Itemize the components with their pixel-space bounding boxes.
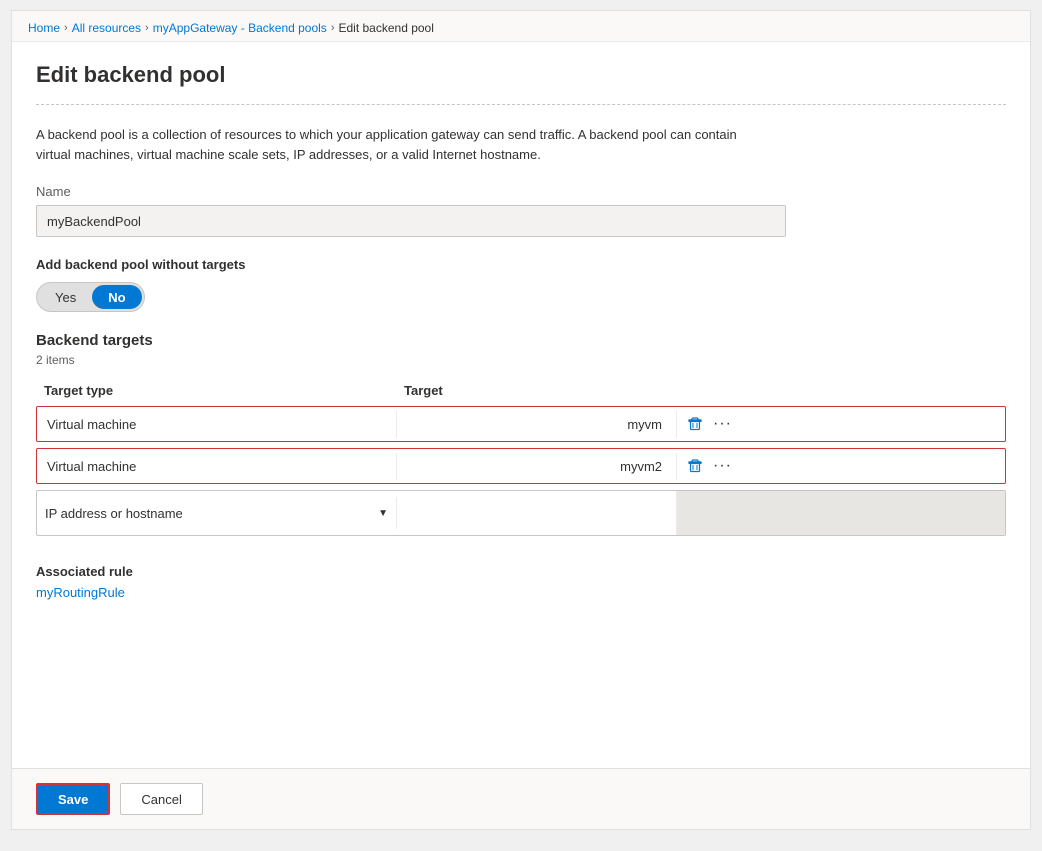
- row1-target: myvm: [397, 411, 677, 438]
- row2-type: Virtual machine: [37, 453, 397, 480]
- type-dropdown-wrapper[interactable]: IP address or hostname ▼: [37, 497, 396, 529]
- page-wrapper: Home › All resources › myAppGateway - Ba…: [11, 10, 1031, 830]
- main-content: Edit backend pool A backend pool is a co…: [12, 42, 1030, 768]
- breadcrumb-home[interactable]: Home: [28, 21, 60, 35]
- row2-target: myvm2: [397, 453, 677, 480]
- section-divider: [36, 104, 1006, 105]
- col-actions: [684, 383, 998, 398]
- breadcrumb-sep-1: ›: [64, 22, 68, 34]
- row1-more-icon[interactable]: ···: [713, 415, 732, 433]
- row1-type: Virtual machine: [37, 411, 397, 438]
- footer: Save Cancel: [12, 768, 1030, 829]
- toggle-label: Add backend pool without targets: [36, 257, 1006, 272]
- table-header: Target type Target: [36, 379, 1006, 402]
- page-title: Edit backend pool: [36, 62, 1006, 88]
- breadcrumb-gateway[interactable]: myAppGateway - Backend pools: [153, 21, 327, 35]
- toggle-no[interactable]: No: [92, 285, 141, 309]
- row2-more-icon[interactable]: ···: [713, 457, 732, 475]
- row1-delete-icon[interactable]: [687, 416, 703, 432]
- description-text: A backend pool is a collection of resour…: [36, 125, 756, 164]
- breadcrumb: Home › All resources › myAppGateway - Ba…: [12, 11, 1030, 42]
- dropdown-text: IP address or hostname: [45, 506, 374, 521]
- row1-actions: ···: [677, 415, 1005, 433]
- row2-delete-icon[interactable]: [687, 458, 703, 474]
- hostname-input[interactable]: [407, 497, 666, 529]
- breadcrumb-sep-3: ›: [331, 22, 335, 34]
- backend-targets-title: Backend targets: [36, 332, 1006, 349]
- new-row-target-cell: [397, 491, 677, 535]
- chevron-down-icon: ▼: [378, 508, 388, 519]
- breadcrumb-sep-2: ›: [145, 22, 149, 34]
- row2-actions: ···: [677, 457, 1005, 475]
- toggle-container: Yes No: [36, 282, 1006, 312]
- associated-rule-title: Associated rule: [36, 564, 1006, 579]
- new-row-add-cell: [677, 491, 1005, 535]
- associated-rule-section: Associated rule myRoutingRule: [36, 564, 1006, 600]
- toggle-switch[interactable]: Yes No: [36, 282, 145, 312]
- breadcrumb-all-resources[interactable]: All resources: [72, 21, 141, 35]
- save-button[interactable]: Save: [36, 783, 110, 815]
- col-target-type: Target type: [44, 383, 404, 398]
- items-count: 2 items: [36, 353, 1006, 367]
- cancel-button[interactable]: Cancel: [120, 783, 202, 815]
- table-row: Virtual machine myvm ···: [36, 406, 1006, 442]
- new-row: IP address or hostname ▼: [36, 490, 1006, 536]
- routing-rule-link[interactable]: myRoutingRule: [36, 585, 125, 600]
- new-row-type-cell: IP address or hostname ▼: [37, 497, 397, 529]
- name-input[interactable]: [36, 205, 786, 237]
- breadcrumb-current: Edit backend pool: [338, 21, 433, 35]
- table-row: Virtual machine myvm2 ···: [36, 448, 1006, 484]
- toggle-yes[interactable]: Yes: [39, 285, 92, 309]
- name-label: Name: [36, 184, 1006, 199]
- col-target: Target: [404, 383, 684, 398]
